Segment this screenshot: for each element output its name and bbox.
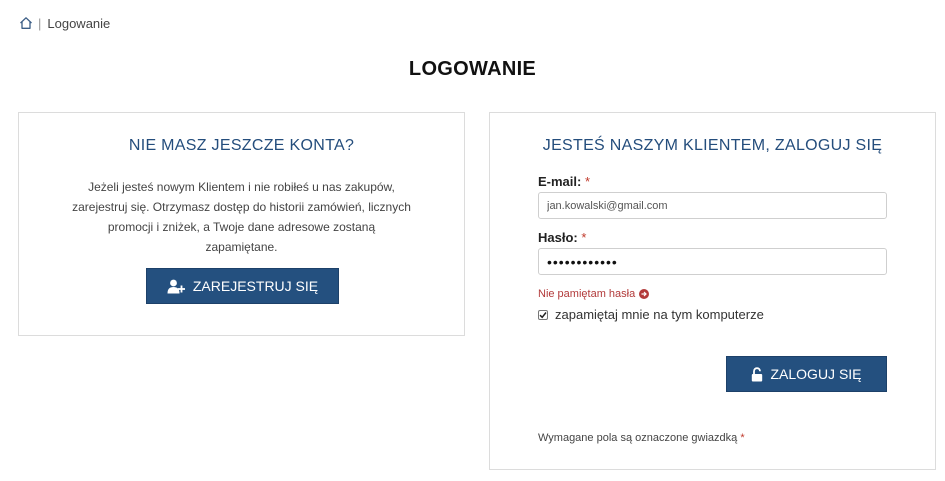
required-note-marker: * [740,432,745,444]
email-required-marker: * [584,174,591,189]
unlock-icon [752,366,763,381]
password-required-marker: * [581,230,587,245]
email-label-text: E-mail: [538,174,582,189]
login-heading: JESTEŚ NASZYM KLIENTEM, ZALOGUJ SIĘ [542,137,883,154]
breadcrumb-separator: | [38,15,42,31]
breadcrumb: | Logowanie [19,14,110,32]
arrow-circle-right-icon [639,289,650,299]
register-intro: Jeżeli jesteś nowym Klientem i nie robił… [72,180,411,254]
login-button-label: ZALOGUJ SIĘ [770,366,862,382]
required-fields-note-text: Wymagane pola są oznaczone gwiazdką [538,432,738,444]
forgot-password-label: Nie pamiętam hasła [538,288,636,300]
email-field[interactable] [538,192,887,219]
required-fields-note: Wymagane pola są oznaczone gwiazdką * [538,432,745,444]
page-title: LOGOWANIE [408,58,537,80]
remember-me-option[interactable]: zapamiętaj mnie na tym komputerze [538,307,764,322]
register-button-label: ZAREJESTRUJ SIĘ [192,278,319,294]
user-plus-icon [167,279,185,293]
remember-me-checkbox[interactable] [538,309,548,320]
email-label: E-mail: * [538,174,590,189]
password-field[interactable] [538,248,887,275]
register-heading: NIE MASZ JESZCZE KONTA? [128,137,355,154]
login-button[interactable]: ZALOGUJ SIĘ [726,356,887,392]
register-button[interactable]: ZAREJESTRUJ SIĘ [146,268,339,304]
password-label: Hasło: * [538,230,586,245]
remember-me-label: zapamiętaj mnie na tym komputerze [555,307,764,322]
home-icon[interactable] [19,16,33,30]
register-panel: NIE MASZ JESZCZE KONTA? Jeżeli jesteś no… [18,112,465,336]
login-panel: JESTEŚ NASZYM KLIENTEM, ZALOGUJ SIĘ E-ma… [489,112,936,470]
password-label-text: Hasło: [538,230,578,245]
breadcrumb-current: Logowanie [47,15,111,31]
forgot-password-link[interactable]: Nie pamiętam hasła [538,288,650,300]
